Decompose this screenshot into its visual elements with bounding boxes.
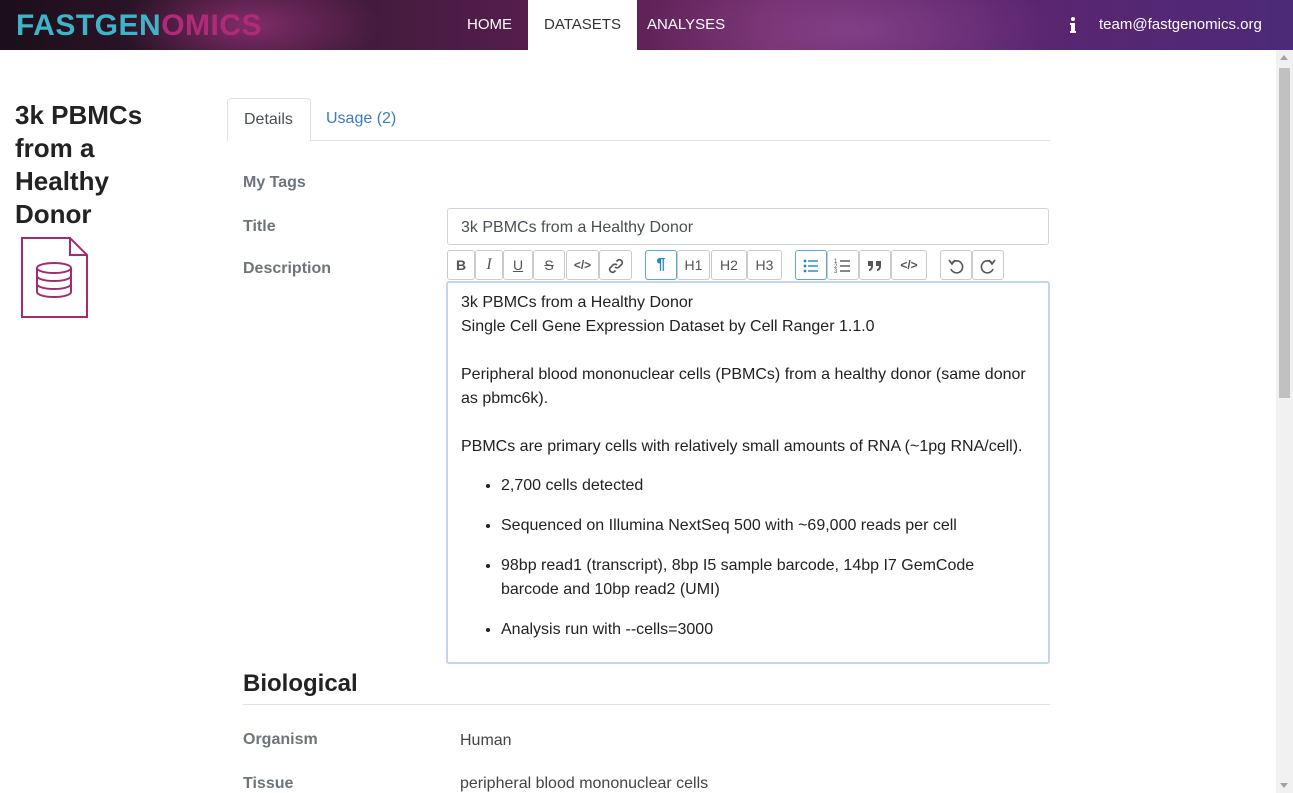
scroll-up-arrow-icon[interactable] bbox=[1280, 55, 1288, 60]
description-editor[interactable]: 3k PBMCs from a Healthy Donor Single Cel… bbox=[446, 281, 1050, 664]
scroll-down-arrow-icon[interactable] bbox=[1280, 783, 1288, 788]
biological-heading: Biological bbox=[243, 670, 358, 697]
link-button[interactable] bbox=[599, 250, 632, 280]
tab-details[interactable]: Details bbox=[227, 98, 311, 142]
nav-analyses[interactable]: ANALYSES bbox=[631, 0, 741, 50]
code-block-button[interactable]: </> bbox=[891, 250, 927, 280]
database-file-icon bbox=[21, 237, 88, 318]
scrollbar-thumb[interactable] bbox=[1279, 68, 1290, 398]
list-item: Analysis run with --cells=3000 bbox=[501, 618, 1035, 642]
user-email-menu[interactable]: team@fastgenomics.org bbox=[1099, 0, 1262, 50]
dataset-tabs: Details Usage (2) bbox=[227, 98, 1050, 142]
description-label: Description bbox=[243, 260, 332, 277]
info-icon[interactable] bbox=[1062, 14, 1084, 36]
undo-icon bbox=[948, 259, 964, 274]
italic-button[interactable]: I bbox=[475, 250, 503, 280]
underline-button[interactable]: U bbox=[503, 250, 533, 280]
brand-logo[interactable]: FASTGENOMICS bbox=[16, 9, 262, 43]
bold-button[interactable]: B bbox=[447, 250, 475, 280]
list-item: 98bp read1 (transcript), 8bp I5 sample b… bbox=[501, 554, 1035, 602]
page-scrollbar[interactable] bbox=[1276, 50, 1293, 793]
redo-icon bbox=[980, 259, 996, 274]
nav-datasets[interactable]: DATASETS bbox=[528, 0, 637, 50]
heading3-button[interactable]: H3 bbox=[747, 250, 782, 280]
nav-home[interactable]: HOME bbox=[451, 0, 528, 50]
paragraph-button[interactable]: ¶ bbox=[645, 250, 677, 280]
logo-text-part1: FASTGEN bbox=[16, 9, 162, 42]
heading2-button[interactable]: H2 bbox=[711, 250, 747, 280]
description-paragraph-2: Peripheral blood mononuclear cells (PBMC… bbox=[461, 366, 1026, 407]
bullet-list-icon bbox=[803, 259, 818, 273]
title-label: Title bbox=[243, 218, 276, 235]
tab-usage[interactable]: Usage (2) bbox=[310, 98, 412, 139]
bullet-list-button[interactable] bbox=[795, 250, 827, 280]
organism-value: Human bbox=[460, 732, 512, 749]
organism-label: Organism bbox=[243, 731, 318, 748]
redo-button[interactable] bbox=[972, 250, 1004, 280]
ordered-list-button[interactable]: 1 2 3 bbox=[827, 250, 859, 280]
description-line-2: Single Cell Gene Expression Dataset by C… bbox=[461, 318, 875, 335]
logo-text-part2: OMICS bbox=[161, 9, 263, 42]
heading1-button[interactable]: H1 bbox=[677, 250, 710, 280]
link-icon bbox=[608, 258, 624, 274]
description-paragraph-3: PBMCs are primary cells with relatively … bbox=[461, 438, 1023, 455]
quote-icon bbox=[868, 261, 881, 271]
undo-button[interactable] bbox=[940, 250, 972, 280]
page-title: 3k PBMCs from a Healthy Donor bbox=[15, 100, 143, 229]
ordered-list-icon: 1 2 3 bbox=[834, 259, 850, 275]
title-input[interactable]: 3k PBMCs from a Healthy Donor bbox=[447, 208, 1049, 245]
list-item: 2,700 cells detected bbox=[501, 474, 1035, 498]
strikethrough-button[interactable]: S bbox=[533, 250, 565, 280]
section-divider bbox=[243, 704, 1050, 705]
description-bullet-list: 2,700 cells detected Sequenced on Illumi… bbox=[461, 474, 1035, 642]
tissue-label: Tissue bbox=[243, 775, 294, 792]
svg-text:3: 3 bbox=[834, 269, 838, 275]
tissue-value: peripheral blood mononuclear cells bbox=[460, 775, 709, 792]
blockquote-button[interactable] bbox=[859, 250, 891, 280]
description-line-1: 3k PBMCs from a Healthy Donor bbox=[461, 294, 694, 311]
my-tags-label: My Tags bbox=[243, 174, 306, 191]
inline-code-button[interactable]: </> bbox=[566, 250, 599, 280]
top-navbar: FASTGENOMICS HOME DATASETS ANALYSES team… bbox=[0, 0, 1293, 50]
list-item: Sequenced on Illumina NextSeq 500 with ~… bbox=[501, 514, 1035, 538]
